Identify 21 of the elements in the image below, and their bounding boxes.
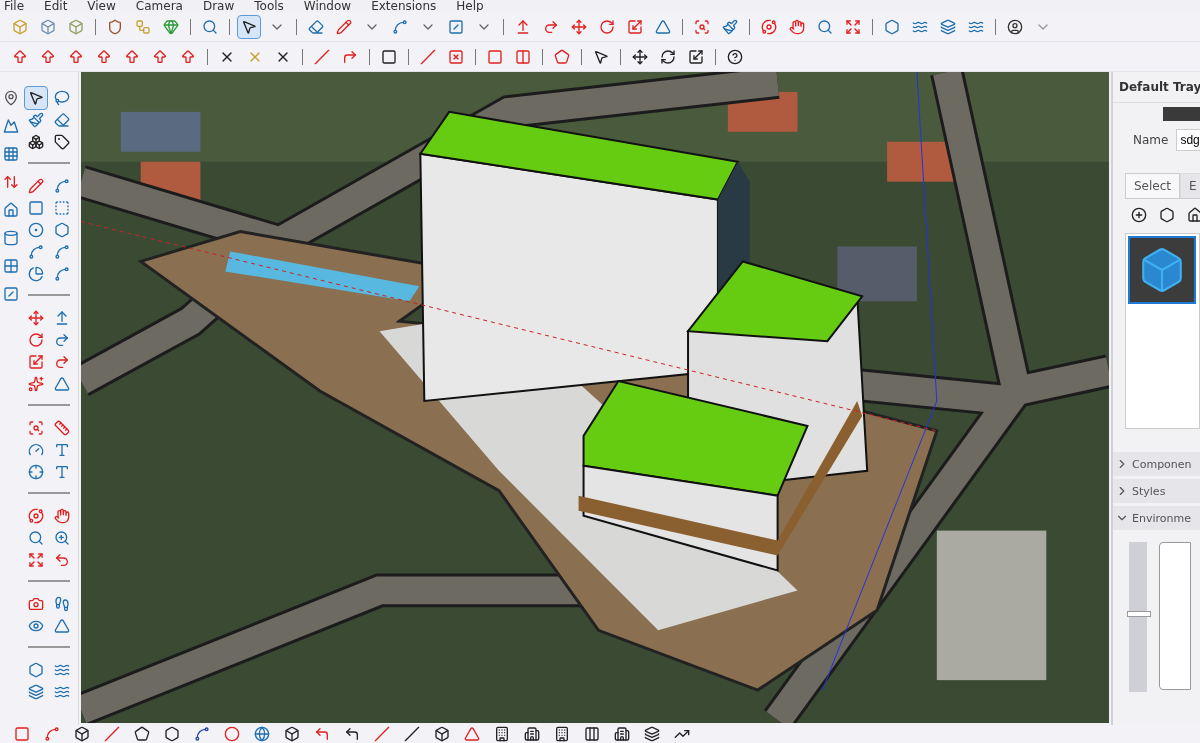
menu-item[interactable]: View	[87, 0, 116, 12]
name-field[interactable]: sdg	[1176, 129, 1200, 151]
tray-panel-header[interactable]: Styles	[1113, 479, 1200, 503]
component-thumbnail[interactable]	[1128, 236, 1196, 304]
tray-tab[interactable]: Select	[1125, 173, 1181, 198]
tray-tab[interactable]: E	[1180, 173, 1200, 198]
pointer-icon[interactable]	[24, 86, 48, 110]
pointer-icon[interactable]	[237, 14, 261, 39]
name-label: Name	[1133, 133, 1169, 147]
tray-panel-header[interactable]: Environme	[1113, 506, 1200, 530]
menu-item[interactable]: Draw	[202, 0, 235, 12]
slider-thumb[interactable]	[1127, 611, 1151, 617]
color-swatch	[1163, 107, 1200, 121]
menu-item[interactable]: Camera	[135, 0, 183, 12]
menu-item[interactable]: Help	[456, 0, 484, 12]
menu-item[interactable]: Edit	[44, 0, 68, 12]
menu-item[interactable]: Window	[303, 0, 352, 12]
tray-panel-header[interactable]: Componen	[1113, 452, 1200, 476]
menu-item[interactable]: File	[4, 0, 25, 12]
menu-item[interactable]: Tools	[254, 0, 284, 12]
menu-item[interactable]: Extensions	[371, 0, 437, 12]
